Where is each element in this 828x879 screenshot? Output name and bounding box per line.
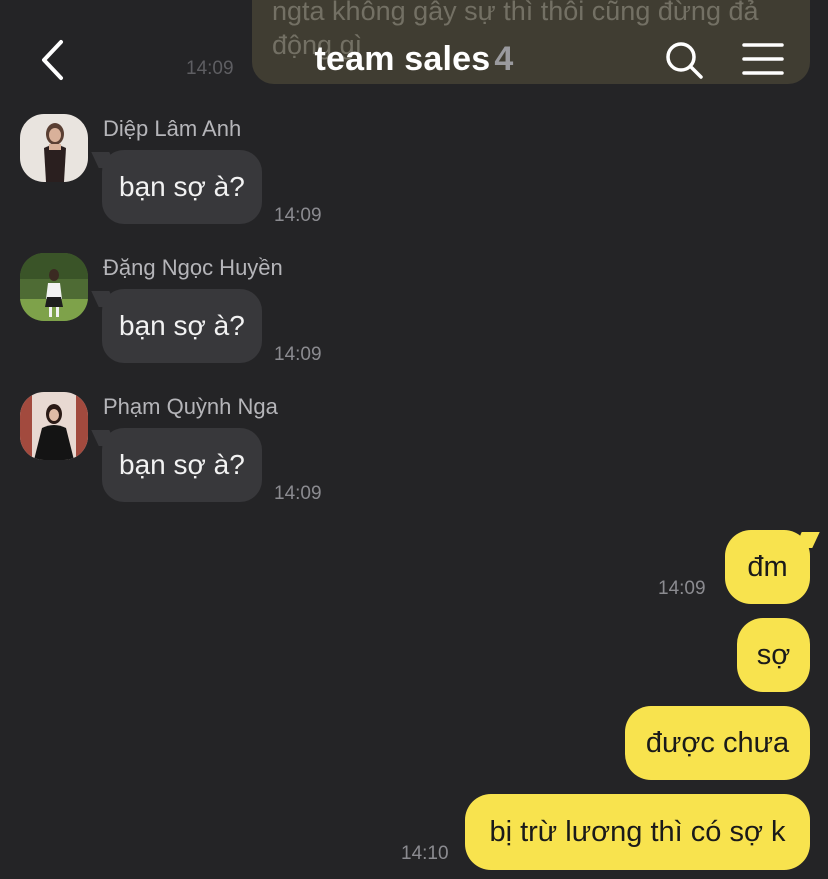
sender-name: Diệp Lâm Anh <box>103 116 242 141</box>
avatar[interactable] <box>20 392 88 460</box>
message-bubble[interactable]: bạn sợ à? <box>102 150 262 224</box>
message-time: 14:09 <box>274 483 322 504</box>
message-bubble[interactable]: bị trừ lương thì có sợ k <box>465 794 810 870</box>
avatar[interactable] <box>20 253 88 321</box>
message-bubble[interactable]: bạn sợ à? <box>102 428 262 502</box>
message-bubble[interactable]: bạn sợ à? <box>102 289 262 363</box>
avatar[interactable] <box>20 114 88 182</box>
message-time: 14:09 <box>658 578 706 599</box>
message-time: 14:09 <box>274 205 322 226</box>
sender-name: Đặng Ngọc Huyền <box>103 255 283 280</box>
chat-title-text: team sales <box>314 40 491 78</box>
search-icon[interactable] <box>664 40 704 80</box>
incoming-message: Phạm Quỳnh Nga bạn sợ à? 14:09 <box>0 392 828 522</box>
message-time: 14:09 <box>274 344 322 365</box>
incoming-message: Đặng Ngọc Huyền bạn sợ à? 14:09 <box>0 253 828 383</box>
message-bubble[interactable]: sợ <box>737 618 810 692</box>
incoming-message: Diệp Lâm Anh bạn sợ à? 14:09 <box>0 114 828 244</box>
member-count: 4 <box>494 40 514 78</box>
message-bubble[interactable]: được chưa <box>625 706 810 780</box>
sender-name: Phạm Quỳnh Nga <box>103 394 278 419</box>
hamburger-menu-icon[interactable] <box>742 42 784 76</box>
message-time: 14:10 <box>401 843 449 864</box>
chat-header: team sales 4 <box>0 20 828 100</box>
message-bubble[interactable]: đm <box>725 530 810 604</box>
